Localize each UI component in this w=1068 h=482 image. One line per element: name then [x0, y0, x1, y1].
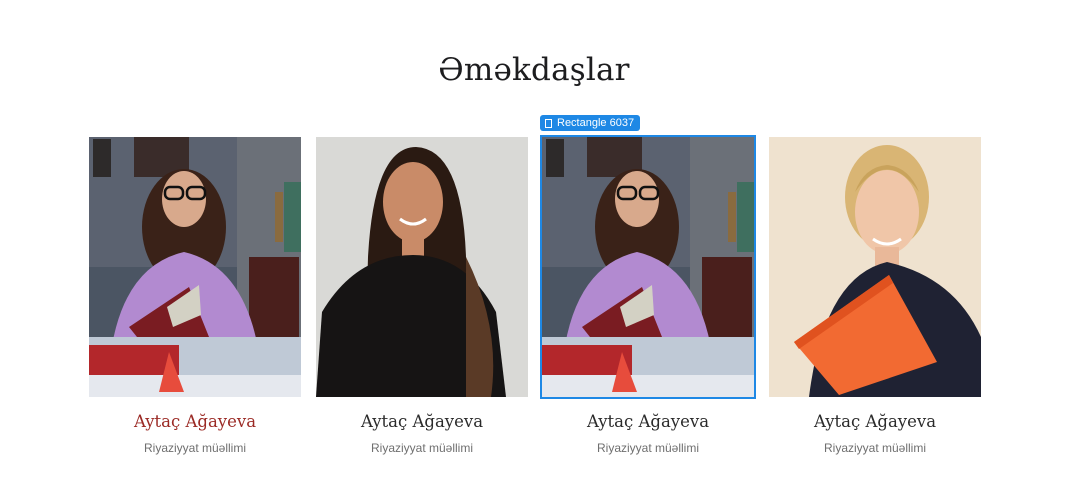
staff-role: Riyaziyyat müəllimi: [370, 441, 474, 455]
staff-photo[interactable]: [316, 137, 528, 397]
staff-photo-selected[interactable]: [540, 135, 756, 399]
woman-with-long-dark-hair-photo: [316, 137, 528, 397]
woman-with-glasses-holding-book-photo: [542, 137, 754, 397]
staff-role: Riyaziyyat müəllimi: [143, 441, 247, 455]
frame-icon: [545, 118, 552, 128]
blonde-woman-with-orange-folder-photo: [769, 137, 981, 397]
staff-card[interactable]: Aytaç Ağayeva Riyaziyyat müəllimi: [769, 137, 981, 455]
staff-role: Riyaziyyat müəllimi: [823, 441, 927, 455]
section-title: Əməkdaşlar: [438, 52, 630, 88]
staff-card[interactable]: Aytaç Ağayeva Riyaziyyat müəllimi: [89, 137, 301, 455]
staff-card[interactable]: Aytaç Ağayeva Riyaziyyat müəllimi: [316, 137, 528, 455]
selection-layer-tag[interactable]: Rectangle 6037: [540, 115, 641, 131]
staff-photo[interactable]: [89, 137, 301, 397]
staff-role: Riyaziyyat müəllimi: [596, 441, 700, 455]
staff-name: Aytaç Ağayeva: [133, 412, 257, 431]
staff-name: Aytaç Ağayeva: [360, 412, 484, 431]
staff-name: Aytaç Ağayeva: [813, 412, 937, 431]
staff-photo[interactable]: [769, 137, 981, 397]
staff-card[interactable]: Aytaç Ağayeva Riyaziyyat müəllimi: [540, 135, 756, 455]
staff-name: Aytaç Ağayeva: [586, 412, 710, 431]
selection-layer-name: Rectangle 6037: [557, 117, 635, 129]
woman-with-glasses-holding-book-photo: [89, 137, 301, 397]
